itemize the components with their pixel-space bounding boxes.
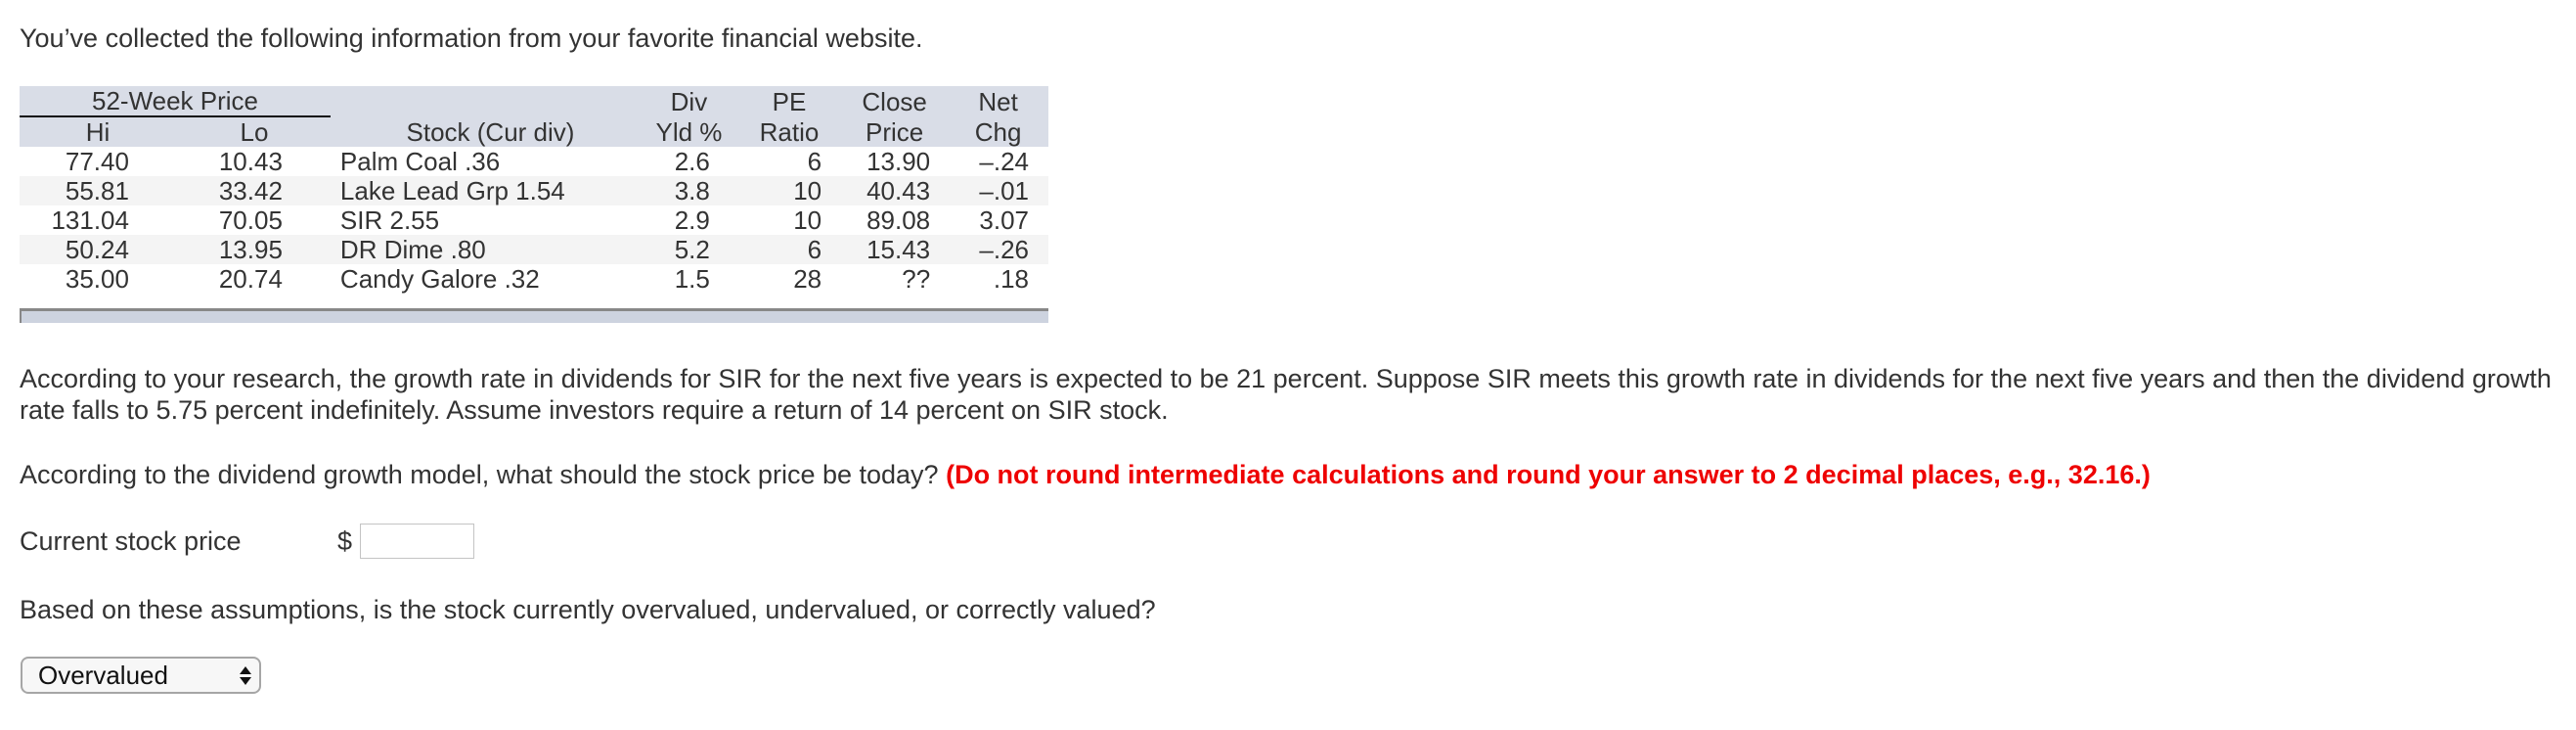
cell-hi: 131.04	[51, 205, 129, 235]
chevron-down-icon	[240, 676, 251, 685]
stock-table: 52-Week Price Div PE Close Net Hi Lo Sto…	[20, 86, 1048, 294]
cell-close: ??	[902, 264, 931, 294]
cell-lo: 10.43	[218, 147, 283, 176]
cell-stock: Lake Lead Grp 1.54	[339, 176, 565, 205]
cell-close: 40.43	[866, 176, 931, 205]
current-stock-price-label: Current stock price	[20, 525, 242, 556]
header-div-line2: Yld %	[655, 117, 723, 147]
dollar-sign: $	[337, 525, 353, 556]
header-close-line1: Close	[862, 87, 927, 116]
group-header-52-week: 52-Week Price	[20, 86, 333, 117]
header-lo: Lo	[240, 117, 269, 147]
cell-pe: 6	[807, 235, 822, 264]
cell-net-chg: 3.07	[979, 205, 1029, 235]
table-row: 50.24 13.95 DR Dime .80 5.2 6 15.43 –.26	[20, 235, 1048, 264]
header-hi: Hi	[85, 117, 111, 147]
header-div-line1: Div	[670, 87, 708, 116]
cell-pe: 10	[793, 176, 822, 205]
cell-close: 15.43	[866, 235, 931, 264]
cell-pe: 10	[793, 205, 822, 235]
cell-net-chg: –.01	[979, 176, 1029, 205]
cell-net-chg: –.26	[979, 235, 1029, 264]
select-updown-arrows-icon	[240, 665, 251, 685]
rounding-instruction: (Do not round intermediate calculations …	[946, 460, 2151, 489]
group-header-label: 52-Week Price	[91, 86, 259, 115]
header-stock: Stock (Cur div)	[406, 117, 575, 147]
cell-div-yld: 5.2	[674, 235, 710, 264]
cell-close: 89.08	[866, 205, 931, 235]
cell-hi: 35.00	[65, 264, 129, 294]
table-row: 77.40 10.43 Palm Coal .36 2.6 6 13.90 –.…	[20, 147, 1048, 176]
cell-stock: Palm Coal .36	[339, 147, 501, 176]
cell-close: 13.90	[866, 147, 931, 176]
question-stock-price: According to the dividend growth model, …	[20, 459, 2562, 490]
cell-div-yld: 3.8	[674, 176, 710, 205]
table-footer-bar	[20, 308, 1048, 323]
chevron-up-icon	[240, 665, 251, 674]
cell-lo: 20.74	[218, 264, 283, 294]
intro-text: You’ve collected the following informati…	[20, 23, 923, 53]
scenario-paragraph: According to your research, the growth r…	[20, 364, 2552, 425]
valuation-select[interactable]: Overvalued	[21, 657, 261, 694]
cell-div-yld: 2.6	[674, 147, 710, 176]
current-stock-price-input[interactable]	[360, 524, 475, 559]
cell-div-yld: 2.9	[674, 205, 710, 235]
cell-lo: 70.05	[218, 205, 283, 235]
cell-hi: 50.24	[65, 235, 129, 264]
header-chg-line1: Net	[978, 87, 1018, 116]
cell-lo: 33.42	[218, 176, 283, 205]
header-pe-line2: Ratio	[759, 117, 820, 147]
cell-net-chg: .18	[993, 264, 1029, 294]
cell-hi: 77.40	[65, 147, 129, 176]
cell-stock: Candy Galore .32	[339, 264, 540, 294]
answer-row: Current stock price $	[20, 522, 475, 561]
header-stock-spacer	[333, 86, 641, 117]
cell-lo: 13.95	[218, 235, 283, 264]
question-stock-price-text: According to the dividend growth model, …	[20, 460, 939, 489]
cell-pe: 6	[807, 147, 822, 176]
cell-stock: DR Dime .80	[339, 235, 486, 264]
cell-hi: 55.81	[65, 176, 129, 205]
header-chg-line2: Chg	[974, 117, 1022, 147]
table-row: 131.04 70.05 SIR 2.55 2.9 10 89.08 3.07	[20, 205, 1048, 235]
valuation-select-value: Overvalued	[38, 660, 168, 690]
stock-quote-table: 52-Week Price Div PE Close Net Hi Lo Sto…	[20, 86, 1048, 323]
table-row: 35.00 20.74 Candy Galore .32 1.5 28 ?? .…	[20, 264, 1048, 294]
question-valuation: Based on these assumptions, is the stock…	[20, 595, 1156, 624]
header-close-line2: Price	[866, 117, 924, 147]
cell-pe: 28	[793, 264, 822, 294]
table-row: 55.81 33.42 Lake Lead Grp 1.54 3.8 10 40…	[20, 176, 1048, 205]
cell-stock: SIR 2.55	[339, 205, 440, 235]
cell-net-chg: –.24	[979, 147, 1029, 176]
cell-div-yld: 1.5	[674, 264, 710, 294]
table-header-row-1: 52-Week Price Div PE Close Net	[20, 86, 1048, 117]
table-header-row-2: Hi Lo Stock (Cur div) Yld % Ratio Price …	[20, 117, 1048, 147]
header-pe-line1: PE	[772, 87, 807, 116]
